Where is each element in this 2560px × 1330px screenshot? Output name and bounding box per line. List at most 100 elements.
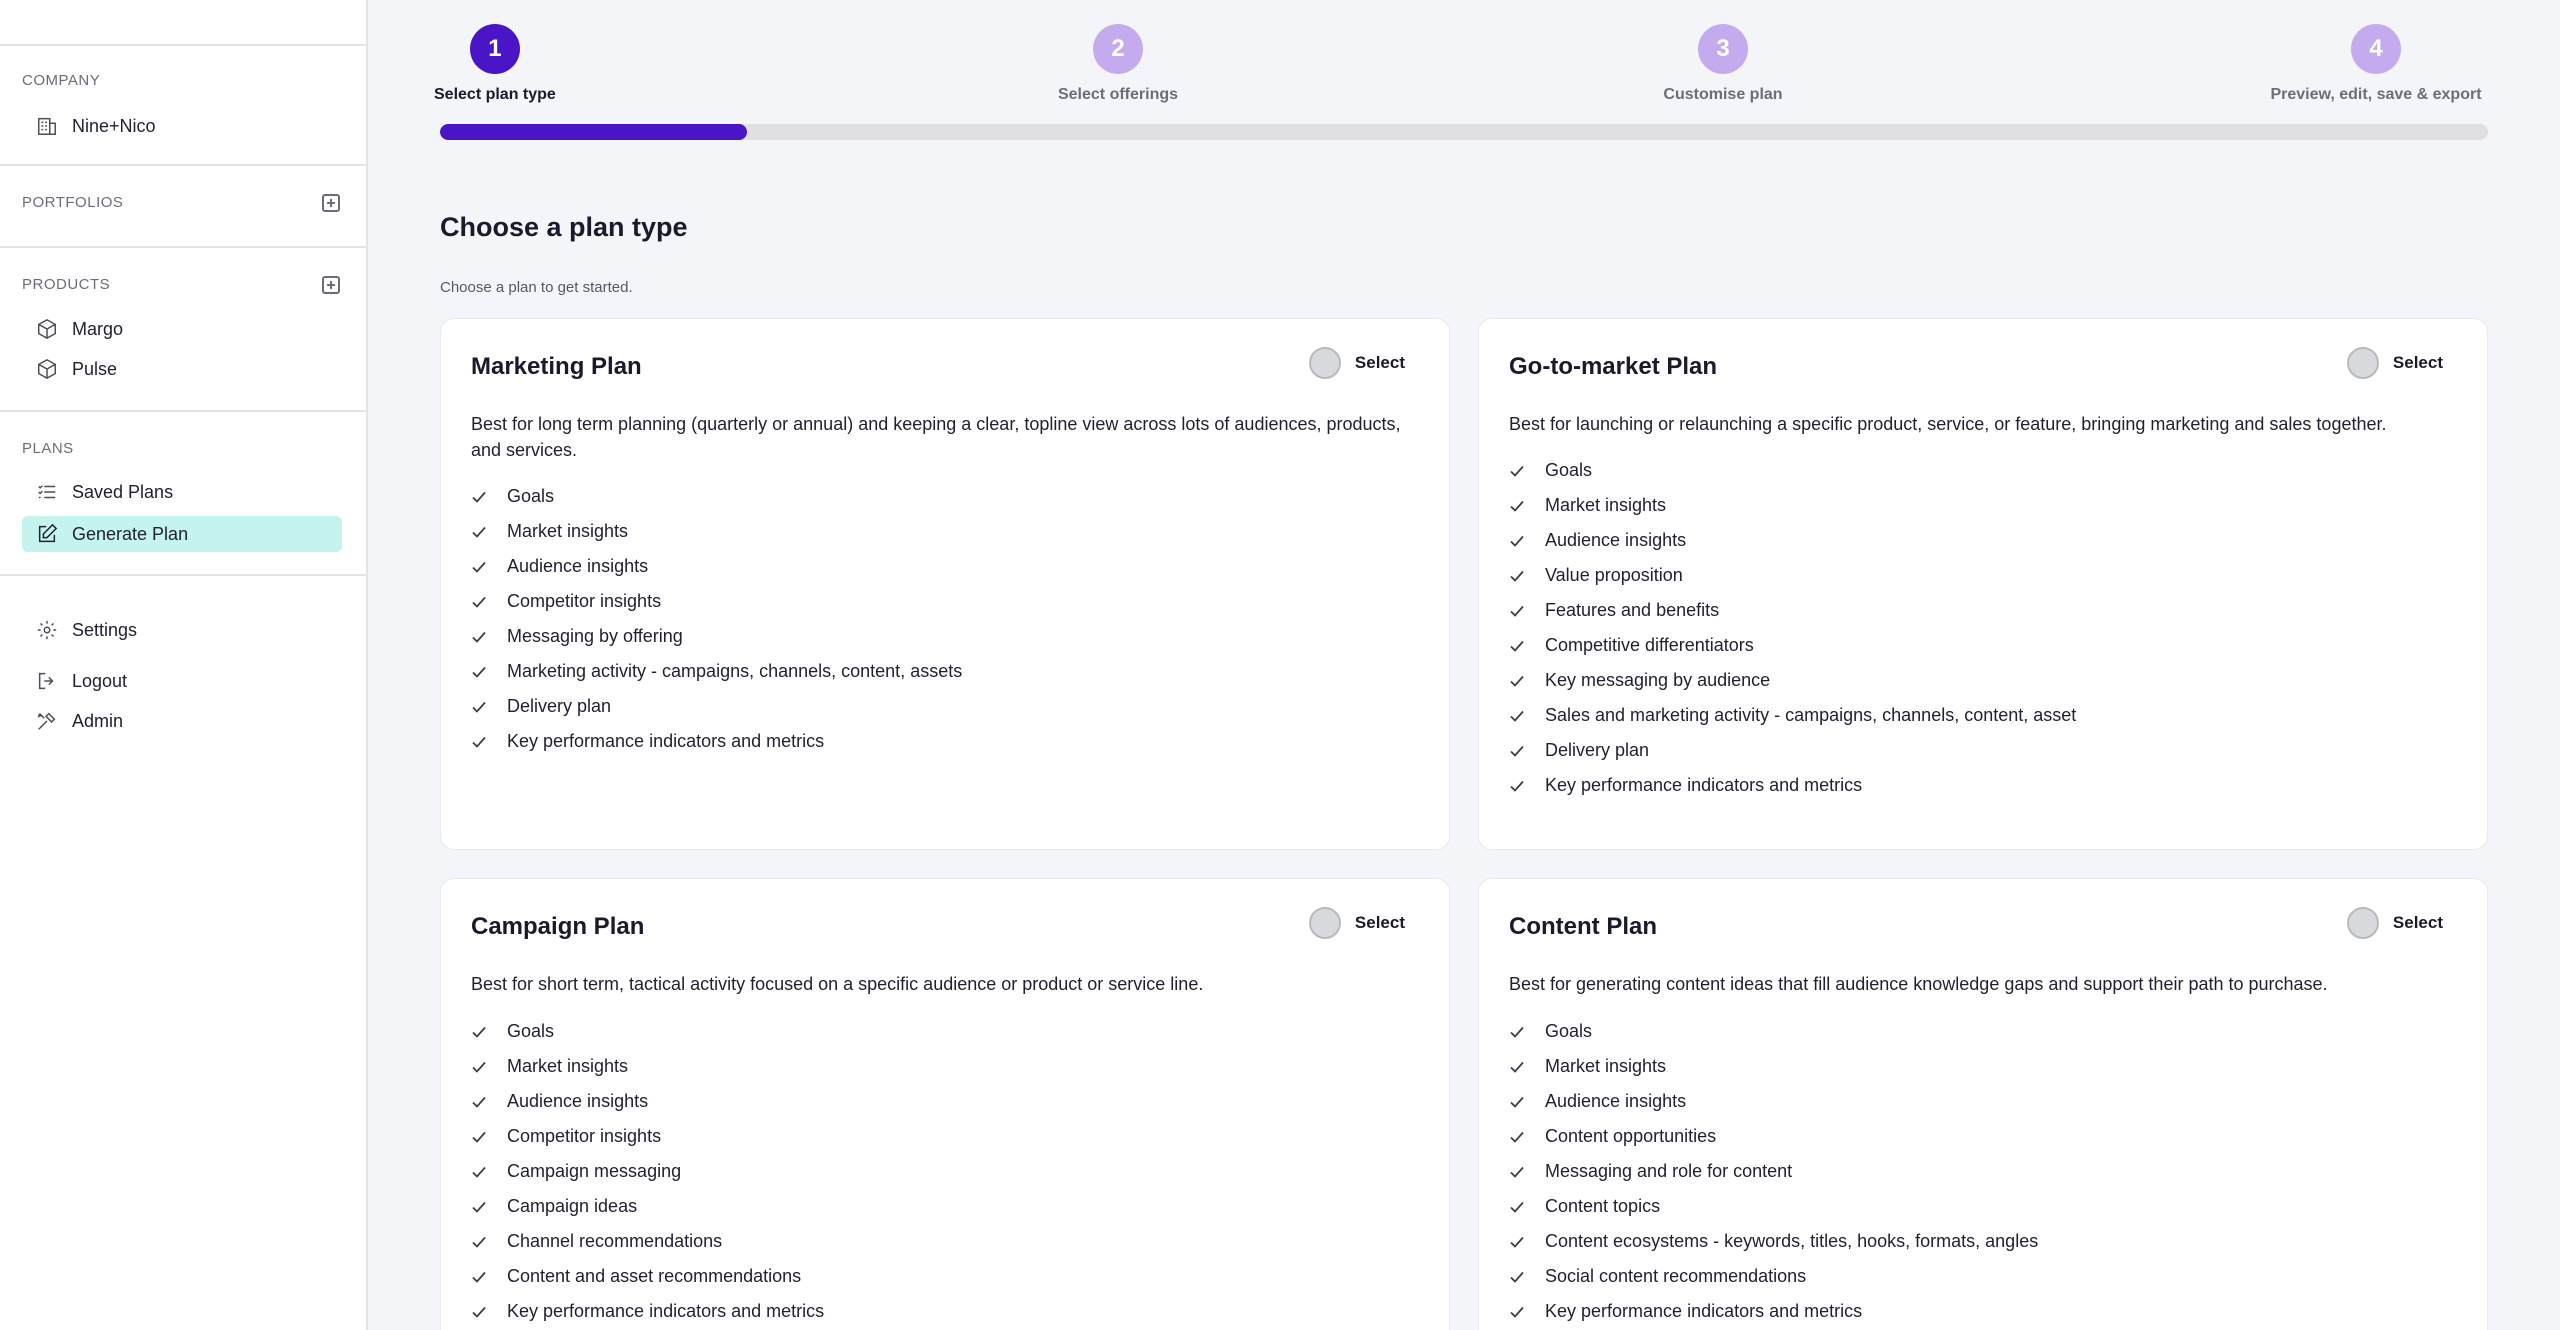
step-label: Customise plan <box>1663 86 1783 103</box>
feature-label: Goals <box>507 486 555 506</box>
select-campaign-plan[interactable]: Select <box>1308 907 1405 939</box>
select-content-plan[interactable]: Select <box>2346 907 2443 939</box>
checkmark-icon <box>471 1164 487 1180</box>
company-name: Nine+Nico <box>72 115 156 136</box>
feature-item: Competitor insights <box>471 1119 824 1154</box>
checkmark-icon <box>471 1024 487 1040</box>
card-title: Content Plan <box>1509 913 1657 940</box>
sidebar-item-admin[interactable]: Admin <box>22 703 342 739</box>
radio-button[interactable] <box>2346 347 2379 379</box>
feature-item: Social content recommendations <box>1509 1259 2038 1294</box>
feature-item: Messaging by offering <box>471 619 962 654</box>
checkmark-icon <box>471 559 487 575</box>
company-section: COMPANY Nine+Nico <box>0 46 366 166</box>
feature-label: Audience insights <box>507 1091 649 1111</box>
card-title: Campaign Plan <box>471 913 645 940</box>
feature-label: Messaging by offering <box>507 626 683 646</box>
radio-button[interactable] <box>1308 907 1341 939</box>
main-content: 1 Select plan type 2 Select offerings 3 … <box>368 0 2560 1330</box>
radio-button[interactable] <box>2346 907 2379 939</box>
feature-label: Social content recommendations <box>1545 1266 1807 1286</box>
feature-label: Sales and marketing activity - campaigns… <box>1545 705 2077 725</box>
add-portfolio-icon[interactable] <box>322 194 340 212</box>
sidebar-item-generate-plan[interactable]: Generate Plan <box>22 516 342 552</box>
product-item-pulse[interactable]: Pulse <box>22 351 342 387</box>
sidebar-item-saved-plans[interactable]: Saved Plans <box>22 474 342 510</box>
feature-label: Market insights <box>507 521 629 541</box>
select-go-to-market-plan[interactable]: Select <box>2346 347 2443 379</box>
feature-item: Competitive differentiators <box>1509 628 2076 663</box>
sidebar: COMPANY Nine+Nico PORTFOLIOS PRODUCTS Ma… <box>0 0 368 1330</box>
select-marketing-plan[interactable]: Select <box>1308 347 1405 379</box>
page-subtitle: Choose a plan to get started. <box>440 279 633 296</box>
marketing-plan-card[interactable]: Marketing Plan Select Best for long term… <box>440 318 1450 850</box>
product-item-margo[interactable]: Margo <box>22 311 342 347</box>
step-4[interactable]: 4 Preview, edit, save & export <box>2262 24 2490 104</box>
step-3[interactable]: 3 Customise plan <box>1658 24 1788 104</box>
products-heading: PRODUCTS <box>22 276 111 293</box>
feature-label: Delivery plan <box>507 696 612 716</box>
add-product-icon[interactable] <box>322 276 340 294</box>
checkmark-icon <box>471 734 487 750</box>
feature-item: Sales and marketing activity - campaigns… <box>1509 698 2076 733</box>
select-label: Select <box>2392 353 2443 372</box>
radio-button[interactable] <box>1308 347 1341 379</box>
product-label: Pulse <box>72 358 118 379</box>
progress-fill <box>440 124 748 140</box>
feature-item: Goals <box>471 1014 824 1049</box>
progress-bar <box>440 124 2488 140</box>
saved-plans-label: Saved Plans <box>72 481 174 502</box>
feature-item: Goals <box>471 479 962 514</box>
feature-item: Features and benefits <box>1509 593 2076 628</box>
feature-item: Competitor insights <box>471 584 962 619</box>
campaign-plan-card[interactable]: Campaign Plan Select Best for short term… <box>440 878 1450 1330</box>
feature-item: Delivery plan <box>471 689 962 724</box>
feature-label: Goals <box>1545 460 1593 480</box>
logout-icon <box>36 670 58 692</box>
go-to-market-plan-card[interactable]: Go-to-market Plan Select Best for launch… <box>1478 318 2488 850</box>
feature-label: Content and asset recommendations <box>507 1266 802 1286</box>
checkmark-icon <box>1509 1199 1525 1215</box>
content-plan-card[interactable]: Content Plan Select Best for generating … <box>1478 878 2488 1330</box>
step-1[interactable]: 1 Select plan type <box>434 24 556 104</box>
generate-plan-label: Generate Plan <box>72 523 189 544</box>
select-label: Select <box>1354 913 1405 932</box>
feature-item: Goals <box>1509 1014 2038 1049</box>
checkmark-icon <box>1509 673 1525 689</box>
feature-label: Messaging and role for content <box>1545 1161 1793 1181</box>
feature-item: Key messaging by audience <box>1509 663 2076 698</box>
feature-label: Goals <box>1545 1021 1593 1041</box>
sidebar-item-settings[interactable]: Settings <box>22 612 342 648</box>
checkmark-icon <box>471 1304 487 1320</box>
feature-label: Market insights <box>1545 1056 1667 1076</box>
logout-label: Logout <box>72 670 128 691</box>
step-label: Preview, edit, save & export <box>2270 86 2482 103</box>
feature-item: Channel recommendations <box>471 1224 824 1259</box>
step-2[interactable]: 2 Select offerings <box>1048 24 1188 104</box>
card-title: Go-to-market Plan <box>1509 353 1718 380</box>
checkmark-icon <box>471 1269 487 1285</box>
feature-item: Key performance indicators and metrics <box>471 1294 824 1329</box>
feature-item: Content and asset recommendations <box>471 1259 824 1294</box>
feature-label: Delivery plan <box>1545 740 1650 760</box>
company-item[interactable]: Nine+Nico <box>22 108 342 144</box>
product-label: Margo <box>72 318 124 339</box>
feature-label: Audience insights <box>1545 1091 1687 1111</box>
step-number: 1 <box>469 24 520 74</box>
feature-label: Market insights <box>507 1056 629 1076</box>
feature-list: Goals Market insights Audience insights Val… <box>1509 453 2076 803</box>
checkmark-icon <box>1509 1129 1525 1145</box>
feature-item: Audience insights <box>471 549 962 584</box>
checkmark-icon <box>471 629 487 645</box>
feature-item: Messaging and role for content <box>1509 1154 2038 1189</box>
step-number: 2 <box>1093 24 1143 74</box>
checkmark-icon <box>1509 708 1525 724</box>
gear-icon <box>36 619 58 641</box>
feature-label: Value proposition <box>1545 565 1683 585</box>
feature-label: Content opportunities <box>1545 1126 1717 1146</box>
checkmark-icon <box>471 489 487 505</box>
feature-label: Campaign ideas <box>507 1196 638 1216</box>
feature-label: Campaign messaging <box>507 1161 682 1181</box>
sidebar-item-logout[interactable]: Logout <box>22 663 342 699</box>
checkmark-icon <box>471 1059 487 1075</box>
